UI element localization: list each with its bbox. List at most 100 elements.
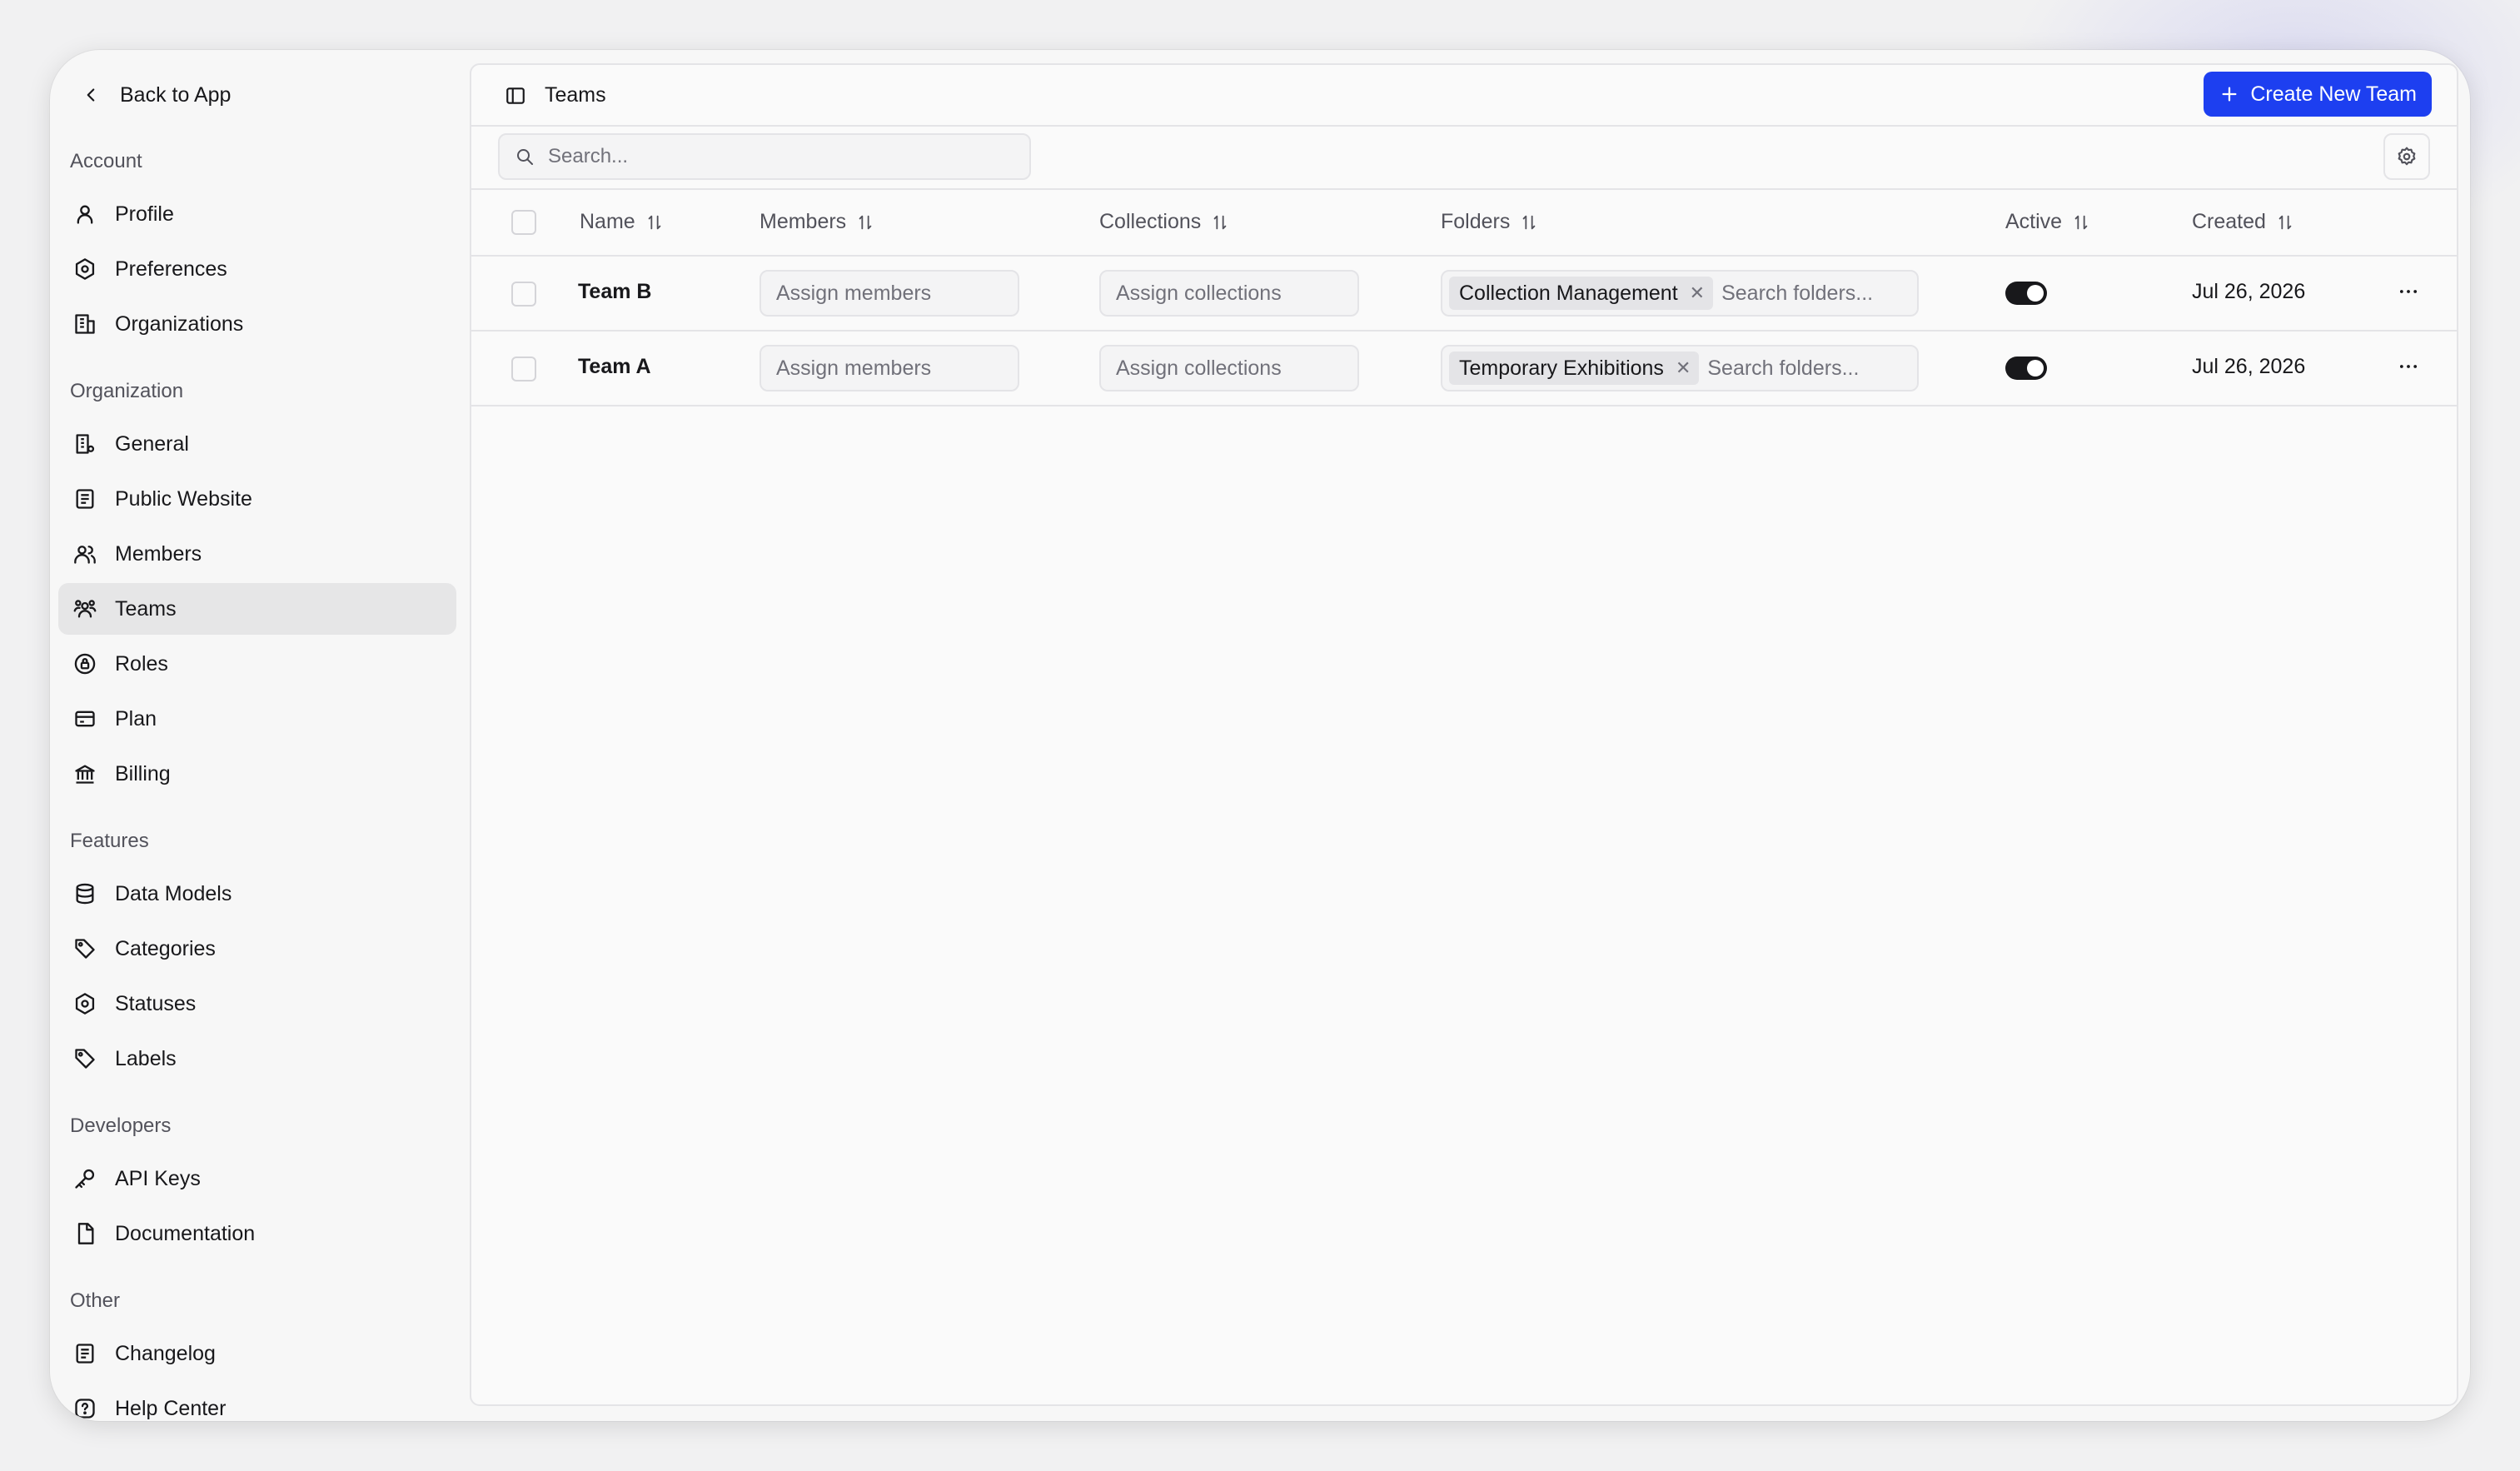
credit-card-icon xyxy=(75,711,95,727)
sidebar-item-statuses[interactable]: Statuses xyxy=(58,978,456,1030)
search-input[interactable] xyxy=(548,145,1014,168)
folder-search-input[interactable]: Search folders... xyxy=(1721,282,1873,306)
active-toggle[interactable] xyxy=(2005,357,2047,380)
assign-collections-select[interactable]: Assign collections xyxy=(1099,345,1359,391)
team-icon xyxy=(73,600,97,618)
sidebar-item-teams[interactable]: Teams xyxy=(58,583,456,635)
sidebar-item-categories[interactable]: Categories xyxy=(58,923,456,975)
column-header-members[interactable]: Members xyxy=(759,210,874,234)
database-icon xyxy=(76,883,94,905)
sidebar-item-label: Preferences xyxy=(115,257,227,281)
folders-multiselect[interactable]: Collection Management ✕ Search folders..… xyxy=(1441,270,1919,317)
table-row: Team B Assign members Assign collections… xyxy=(471,257,2457,332)
key-icon xyxy=(75,1169,95,1189)
sidebar-item-label: Public Website xyxy=(115,486,252,511)
sidebar-item-api-keys[interactable]: API Keys xyxy=(58,1153,456,1204)
sidebar-item-members[interactable]: Members xyxy=(58,528,456,580)
column-label: Active xyxy=(2005,210,2063,233)
column-label: Folders xyxy=(1441,210,1511,233)
sidebar-item-label: Teams xyxy=(115,596,177,621)
sidebar-item-documentation[interactable]: Documentation xyxy=(58,1208,456,1259)
column-label: Created xyxy=(2192,210,2266,233)
folder-search-input[interactable]: Search folders... xyxy=(1707,357,1859,381)
create-new-team-label: Create New Team xyxy=(2250,82,2417,106)
row-actions-button[interactable] xyxy=(2392,350,2425,383)
sidebar-item-label: Categories xyxy=(115,936,216,960)
sidebar-item-help-center[interactable]: Help Center xyxy=(58,1383,456,1421)
sidebar-item-billing[interactable]: Billing xyxy=(58,748,456,800)
bank-icon xyxy=(75,765,95,784)
sort-icon xyxy=(2278,215,2292,229)
sidebar-item-general[interactable]: General xyxy=(58,418,456,470)
team-name: Team A xyxy=(578,355,651,378)
sidebar-item-labels[interactable]: Labels xyxy=(58,1033,456,1085)
sidebar-item-preferences[interactable]: Preferences xyxy=(58,243,456,295)
sidebar-item-label: Plan xyxy=(115,706,157,731)
sidebar-item-changelog[interactable]: Changelog xyxy=(58,1328,456,1379)
column-label: Name xyxy=(580,210,635,233)
column-label: Members xyxy=(759,210,847,233)
gear-icon xyxy=(2398,147,2416,166)
create-new-team-button[interactable]: Create New Team xyxy=(2204,72,2432,117)
sidebar-item-label: Documentation xyxy=(115,1221,256,1245)
select-all-checkbox[interactable] xyxy=(511,210,536,235)
assign-members-select[interactable]: Assign members xyxy=(759,270,1019,317)
table-toolbar xyxy=(471,127,2457,190)
row-actions-button[interactable] xyxy=(2392,275,2425,308)
table-settings-button[interactable] xyxy=(2383,133,2430,180)
sidebar-item-plan[interactable]: Plan xyxy=(58,693,456,745)
column-header-collections[interactable]: Collections xyxy=(1099,210,1229,234)
status-icon xyxy=(75,993,95,1015)
sort-icon xyxy=(2074,215,2088,229)
assign-members-select[interactable]: Assign members xyxy=(759,345,1019,391)
column-header-active[interactable]: Active xyxy=(2005,210,2090,234)
column-header-folders[interactable]: Folders xyxy=(1441,210,1538,234)
help-icon xyxy=(75,1399,95,1419)
label-icon xyxy=(75,1049,95,1069)
created-date: Jul 26, 2026 xyxy=(2192,355,2306,378)
remove-tag-icon[interactable]: ✕ xyxy=(1690,282,1705,304)
assign-collections-select[interactable]: Assign collections xyxy=(1099,270,1359,317)
sidebar-item-public-website[interactable]: Public Website xyxy=(58,473,456,525)
page-title: Teams xyxy=(545,83,606,107)
remove-tag-icon[interactable]: ✕ xyxy=(1676,357,1691,379)
active-toggle[interactable] xyxy=(2005,282,2047,305)
sidebar-item-data-models[interactable]: Data Models xyxy=(58,868,456,920)
search-box xyxy=(498,133,1031,180)
sidebar-item-label: Profile xyxy=(115,202,174,226)
row-checkbox[interactable] xyxy=(511,357,536,381)
sidebar-item-profile[interactable]: Profile xyxy=(58,188,456,240)
back-to-app-label: Back to App xyxy=(120,82,232,107)
users-icon xyxy=(74,546,96,564)
folders-multiselect[interactable]: Temporary Exhibitions ✕ Search folders..… xyxy=(1441,345,1919,391)
sidebar-item-label: Statuses xyxy=(115,991,197,1015)
sort-icon xyxy=(648,215,661,229)
back-to-app-link[interactable]: Back to App xyxy=(65,73,246,117)
row-checkbox[interactable] xyxy=(511,282,536,307)
preferences-icon xyxy=(75,258,95,280)
buildings-icon xyxy=(75,314,95,334)
newspaper-icon xyxy=(76,489,94,509)
sidebar-item-roles[interactable]: Roles xyxy=(58,638,456,690)
section-title-features: Features xyxy=(70,830,149,852)
section-title-other: Other xyxy=(70,1289,121,1312)
sidebar-toggle-icon[interactable] xyxy=(505,85,526,107)
created-date: Jul 26, 2026 xyxy=(2192,280,2306,303)
tag-icon xyxy=(75,939,95,959)
column-header-name[interactable]: Name xyxy=(580,210,664,234)
changelog-icon xyxy=(76,1344,94,1364)
column-label: Collections xyxy=(1099,210,1202,233)
sidebar-item-organizations[interactable]: Organizations xyxy=(58,298,456,350)
sidebar-item-label: API Keys xyxy=(115,1166,201,1190)
chevron-left-icon xyxy=(87,88,95,102)
sidebar-item-label: Members xyxy=(115,541,202,566)
more-horizontal-icon xyxy=(2399,365,2418,368)
section-title-organization: Organization xyxy=(70,380,184,402)
team-name: Team B xyxy=(578,280,652,303)
folder-tag-label: Temporary Exhibitions xyxy=(1459,356,1664,380)
column-header-created[interactable]: Created xyxy=(2192,210,2294,234)
sidebar-item-label: General xyxy=(115,431,189,456)
table-row: Team A Assign members Assign collections… xyxy=(471,332,2457,406)
section-title-account: Account xyxy=(70,150,142,172)
user-icon xyxy=(77,205,93,224)
